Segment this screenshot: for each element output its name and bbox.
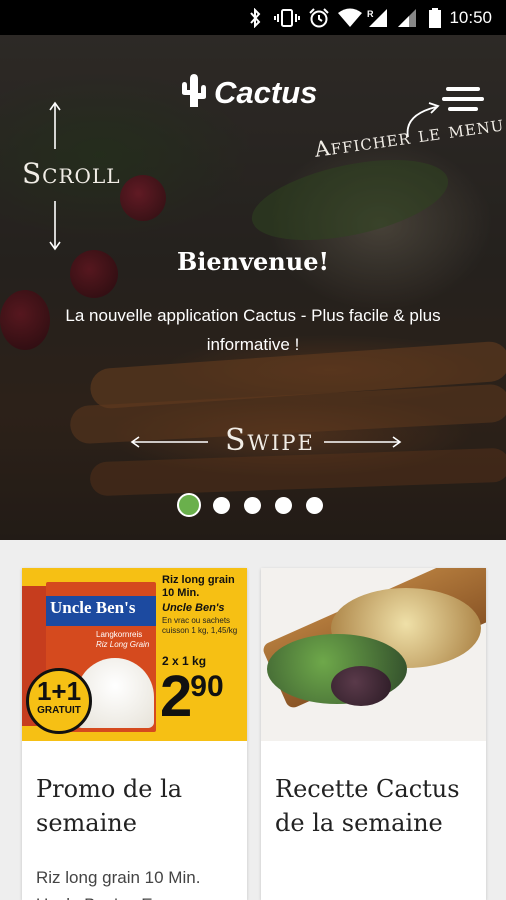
product-brand-label: Uncle Ben's	[50, 598, 136, 617]
bluetooth-icon	[250, 8, 261, 28]
promo-price-dec: 90	[190, 670, 224, 703]
page-dot-1[interactable]	[177, 493, 201, 517]
signal-icon	[398, 9, 416, 27]
promo-price: 290	[160, 668, 224, 726]
swipe-hint-label: Swipe	[225, 423, 315, 458]
swipe-left-arrow-icon	[130, 436, 208, 448]
vibrate-icon	[274, 9, 300, 27]
page-dot-4[interactable]	[275, 497, 292, 514]
promo-badge: 1+1 GRATUIT	[26, 668, 92, 734]
scroll-hint-label: Scroll	[22, 157, 121, 190]
welcome-title: Bienvenue!	[176, 247, 330, 276]
promo-price-int: 2	[160, 664, 192, 729]
promo-card[interactable]: Uncle Ben's Langkornreis Riz Long Grain …	[22, 568, 247, 900]
promo-card-title: Promo de la semaine	[36, 775, 183, 837]
cactus-logo-icon	[182, 74, 206, 107]
status-time: 10:50	[449, 8, 492, 27]
page-dot-2[interactable]	[213, 497, 230, 514]
salad-leaf-decoration	[331, 666, 391, 706]
status-bar: R 10:50	[0, 0, 506, 35]
recipe-card[interactable]: Recette Cactus de la semaine	[261, 568, 486, 900]
promo-product-title: Riz long grain 10 Min.	[162, 574, 235, 599]
welcome-subtitle: La nouvelle application Cactus - Plus fa…	[65, 306, 441, 354]
product-sub-label: Langkornreis	[96, 630, 143, 639]
promo-product-brand: Uncle Ben's	[162, 602, 225, 614]
cactus-logo: Cactus	[178, 73, 338, 113]
alarm-icon	[309, 8, 329, 28]
svg-text:R: R	[367, 9, 374, 19]
promo-badge-main: 1+1	[36, 676, 82, 706]
page-dot-5[interactable]	[306, 497, 323, 514]
promo-card-description: Riz long grain 10 Min. Uncle Ben's - En …	[36, 868, 201, 900]
logo-text: Cactus	[214, 75, 318, 110]
welcome-hero[interactable]: Cactus Afficher le menu Scroll Bienvenue…	[0, 35, 506, 540]
promo-image: Uncle Ben's Langkornreis Riz Long Grain …	[22, 568, 247, 741]
promo-badge-sub: GRATUIT	[37, 705, 81, 716]
recipe-image	[261, 568, 486, 741]
page-dot-3[interactable]	[244, 497, 261, 514]
promo-product-note: En vrac ou sachets cuisson 1 kg, 1,45/kg	[162, 616, 238, 635]
battery-icon	[429, 8, 441, 28]
recipe-card-title: Recette Cactus de la semaine	[275, 775, 460, 837]
signal-roaming-icon: R	[367, 9, 387, 27]
product-sub-label-2: Riz Long Grain	[96, 640, 150, 649]
swipe-right-arrow-icon	[324, 436, 402, 448]
wifi-icon	[338, 8, 362, 27]
